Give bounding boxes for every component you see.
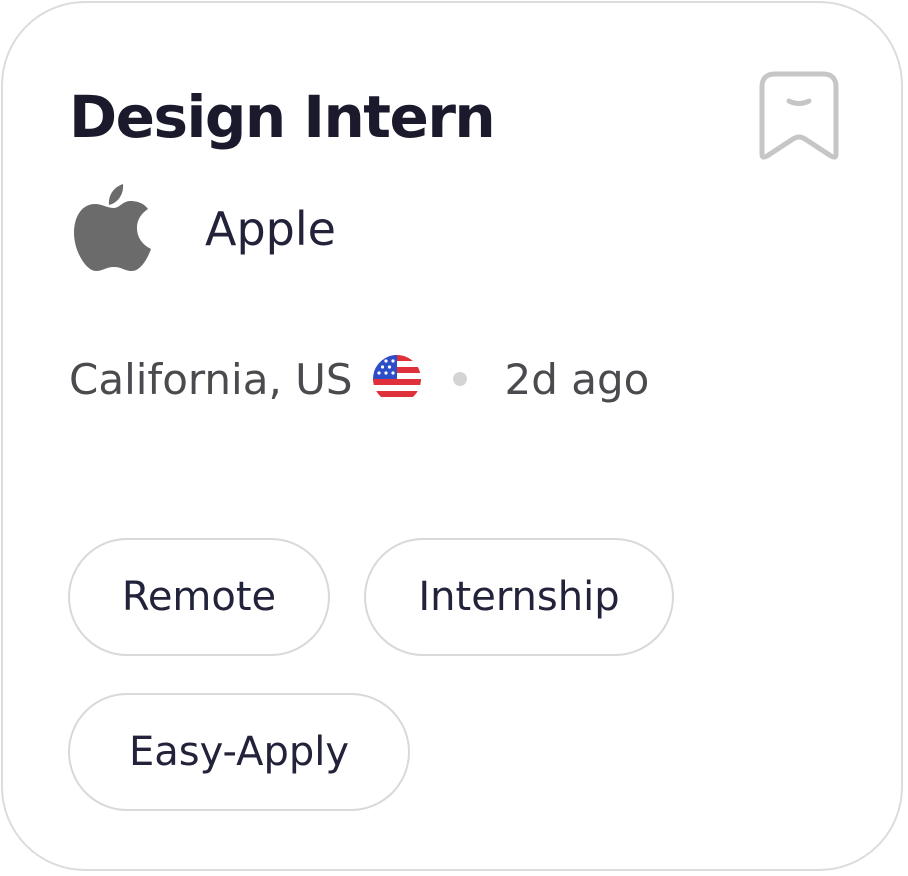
- separator-dot: [452, 372, 467, 386]
- tag-label: Internship: [418, 574, 620, 620]
- posted-time: 2d ago: [504, 354, 650, 404]
- tag-label: Remote: [121, 574, 277, 620]
- tag-remote[interactable]: Remote: [68, 538, 330, 656]
- tag-internship[interactable]: Internship: [364, 538, 674, 656]
- job-card[interactable]: Design Intern Apple California, US 2d ag…: [1, 1, 903, 871]
- bookmark-icon[interactable]: [759, 71, 839, 161]
- tag-easy-apply[interactable]: Easy-Apply: [68, 693, 410, 811]
- company-name[interactable]: Apple: [205, 199, 336, 259]
- job-meta: California, US 2d ago: [69, 347, 649, 411]
- tag-label: Easy-Apply: [128, 729, 350, 775]
- job-location: California, US: [69, 354, 353, 404]
- job-title: Design Intern: [69, 83, 496, 151]
- apple-logo-icon: [74, 184, 151, 271]
- us-flag-icon: [372, 355, 421, 403]
